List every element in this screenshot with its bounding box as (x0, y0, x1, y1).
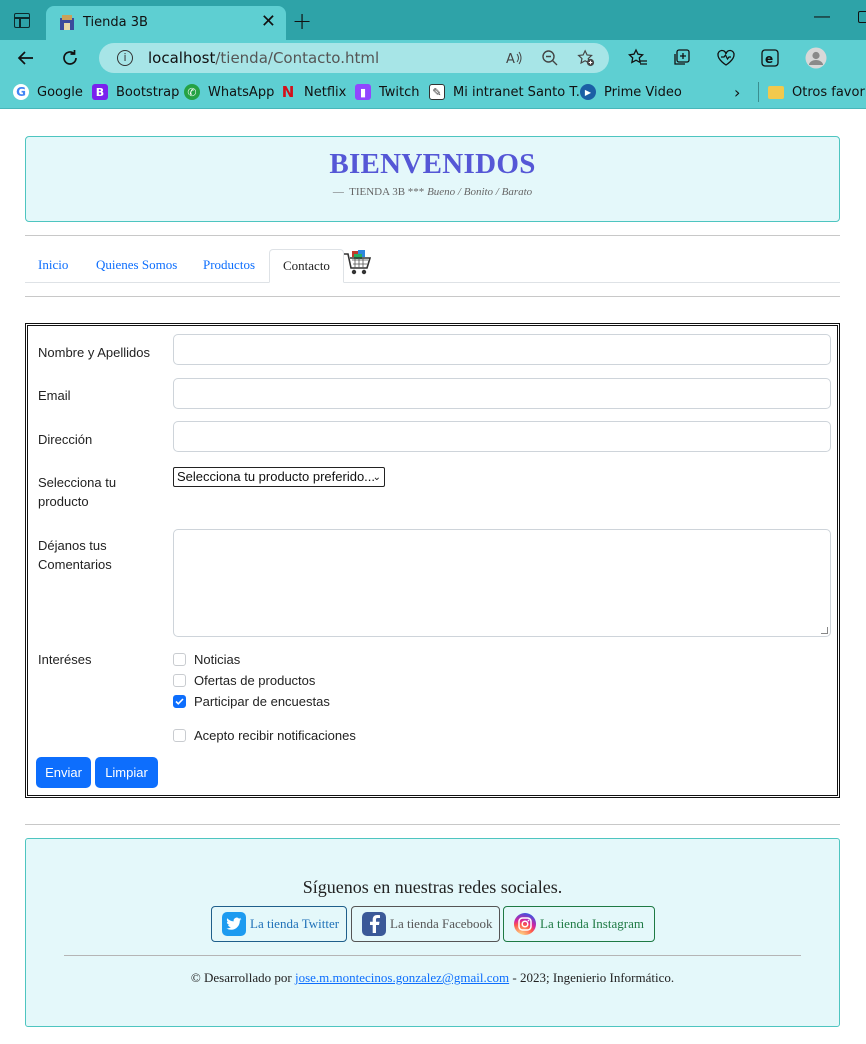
welcome-banner: BIENVENIDOS — TIENDA 3B *** Bueno / Boni… (25, 136, 840, 222)
twitch-icon: ▮ (355, 84, 371, 100)
browser-essentials-icon[interactable] (714, 46, 738, 70)
email-input[interactable] (173, 378, 831, 409)
product-label: Selecciona tu producto (38, 475, 117, 509)
address-input[interactable] (173, 421, 831, 452)
instagram-button[interactable]: La tienda Instagram (503, 906, 655, 942)
name-label: Nombre y Apellidos (38, 345, 150, 360)
email-label: Email (38, 388, 71, 403)
favorites-icon[interactable] (626, 46, 650, 70)
resize-handle-icon[interactable] (821, 627, 828, 634)
product-select[interactable]: Selecciona tu producto preferido... ⌄ (173, 467, 385, 487)
zoom-out-icon[interactable] (541, 49, 559, 67)
bookmark-intranet[interactable]: ✎ Mi intranet Santo T... (429, 82, 588, 102)
netflix-icon: N (281, 83, 295, 101)
back-icon[interactable] (14, 46, 38, 70)
author-email-link[interactable]: jose.m.montecinos.gonzalez@gmail.com (295, 970, 509, 985)
prime-video-icon: ▶ (580, 84, 596, 100)
info-icon[interactable]: i (117, 50, 133, 66)
bookmarks-bar: G Google B Bootstrap ✆ WhatsApp N Netflix ▮ T… (0, 76, 866, 109)
close-icon[interactable]: ✕ (261, 11, 276, 32)
follow-heading: Síguenos en nuestras redes sociales. (302, 877, 563, 897)
submit-button[interactable]: Enviar (36, 757, 91, 788)
divider (64, 955, 801, 956)
tab-title: Tienda 3B (83, 15, 148, 30)
interest-encuestas[interactable]: Participar de encuestas (173, 694, 330, 709)
page-subtitle: — TIENDA 3B *** Bueno / Bonito / Barato (332, 186, 533, 198)
folder-icon (768, 85, 784, 99)
bookmark-prime-video[interactable]: ▶ Prime Video (580, 82, 682, 102)
contact-form: Nombre y Apellidos Email Dirección Selec… (25, 323, 840, 798)
chevron-down-icon: ⌄ (372, 472, 381, 483)
twitter-icon (222, 912, 246, 936)
new-tab-icon[interactable]: + (292, 7, 312, 35)
internet-explorer-mode-icon[interactable]: e (758, 46, 782, 70)
checkbox[interactable] (173, 729, 186, 742)
nav-contacto[interactable]: Contacto (269, 249, 344, 283)
intranet-icon: ✎ (429, 84, 445, 100)
instagram-icon (514, 913, 536, 935)
name-input[interactable] (173, 334, 831, 365)
comments-textarea[interactable] (173, 529, 831, 637)
collections-icon[interactable] (670, 46, 694, 70)
refresh-icon[interactable] (58, 46, 82, 70)
browser-tab-bar: Tienda 3B ✕ + — (0, 0, 866, 40)
twitter-button[interactable]: La tienda Twitter (211, 906, 347, 942)
svg-text:A: A (506, 52, 515, 67)
interests-label: Interéses (38, 652, 92, 667)
url-text: localhost/tienda/Contacto.html (148, 49, 380, 67)
checkbox-checked[interactable] (173, 695, 186, 708)
bookmark-google[interactable]: G Google (13, 82, 83, 102)
divider (25, 235, 840, 236)
checkbox[interactable] (173, 653, 186, 666)
interest-ofertas[interactable]: Ofertas de productos (173, 673, 315, 688)
maximize-icon[interactable] (858, 11, 866, 23)
interest-noticias[interactable]: Noticias (173, 652, 240, 667)
divider (25, 824, 840, 825)
browser-tab[interactable]: Tienda 3B ✕ (46, 6, 286, 40)
whatsapp-icon: ✆ (184, 84, 200, 100)
facebook-button[interactable]: La tienda Facebook (351, 906, 500, 942)
nav-productos[interactable]: Productos (203, 249, 255, 283)
add-favorite-icon[interactable] (577, 49, 595, 67)
footer: Síguenos en nuestras redes sociales. La … (25, 838, 840, 1027)
other-favorites[interactable]: Otros favoritos (758, 82, 866, 102)
address-toolbar: i localhost/tienda/Contacto.html A e (0, 40, 866, 76)
svg-text:e: e (765, 52, 773, 66)
credit-text: © Desarrollado por jose.m.montecinos.gon… (190, 970, 675, 985)
shopping-cart-icon[interactable] (343, 249, 373, 277)
nav-inicio[interactable]: Inicio (38, 249, 68, 283)
store-favicon-icon (60, 15, 74, 30)
profile-avatar-icon[interactable] (804, 46, 828, 70)
divider (25, 296, 840, 297)
bookmark-twitch[interactable]: ▮ Twitch (355, 82, 420, 102)
nav-quienes-somos[interactable]: Quienes Somos (96, 249, 177, 283)
bookmark-whatsapp[interactable]: ✆ WhatsApp (184, 82, 274, 102)
minimize-icon[interactable]: — (814, 8, 830, 26)
bookmark-bootstrap[interactable]: B Bootstrap (92, 82, 179, 102)
read-aloud-icon[interactable]: A (505, 49, 523, 67)
check-icon (175, 698, 184, 705)
checkbox[interactable] (173, 674, 186, 687)
facebook-icon (362, 912, 386, 936)
address-label: Dirección (38, 432, 93, 447)
google-icon: G (13, 84, 29, 100)
reset-button[interactable]: Limpiar (95, 757, 158, 788)
address-bar[interactable]: i localhost/tienda/Contacto.html A (99, 43, 609, 73)
chevron-right-icon[interactable]: › (734, 82, 740, 102)
page-title: BIENVENIDOS (329, 148, 536, 180)
bookmark-netflix[interactable]: N Netflix (280, 82, 347, 102)
bootstrap-icon: B (92, 84, 108, 100)
comments-label: Déjanos tus Comentarios (38, 538, 112, 572)
main-nav: Inicio Quienes Somos Productos Contacto (25, 249, 840, 283)
tab-actions-icon[interactable] (14, 13, 30, 28)
accept-notifications[interactable]: Acepto recibir notificaciones (173, 728, 356, 743)
